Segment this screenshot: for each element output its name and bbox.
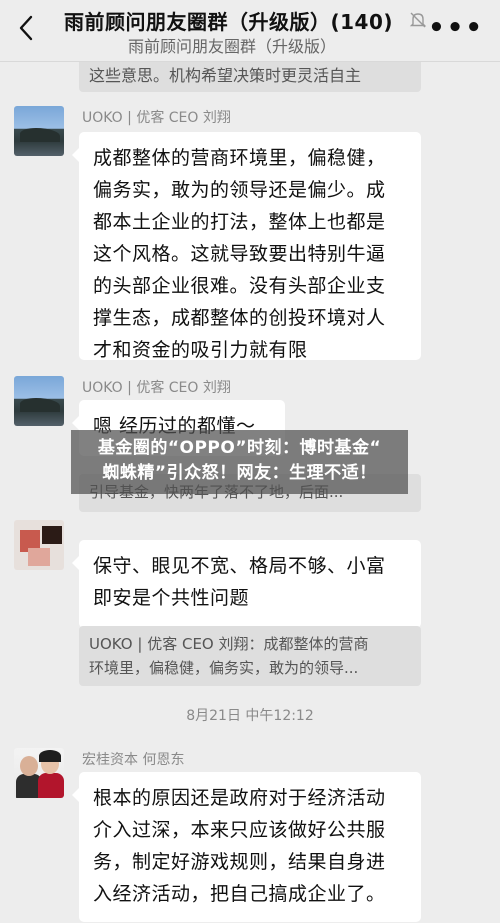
message-line: 才和资金的吸引力就有限 — [93, 339, 308, 361]
more-button[interactable]: ••• — [428, 15, 484, 41]
bell-muted-icon — [408, 10, 428, 30]
message-line: 即安是个共性问题 — [93, 587, 250, 609]
avatar[interactable] — [14, 376, 64, 426]
headline-overlay: 基金圈的“OPPO”时刻：博时基金“ 蜘蛛精”引众怒！网友：生理不适！ — [71, 430, 408, 494]
message-line: 撑生态，成都整体的创投环境对人 — [93, 307, 386, 329]
message-bubble[interactable]: 成都整体的营商环境里，偏稳健， 偏务实，敢为的领导还是偏少。成 都本土企业的打法… — [72, 132, 421, 361]
message-line: 务，制定好游戏规则，结果自身进 — [93, 851, 386, 873]
message-line: 保守、眼见不宽、格局不够、小富 — [93, 555, 386, 577]
message-line: 根本的原因还是政府对于经济活动 — [93, 787, 386, 809]
sender-name: UOKO | 优客 CEO 刘翔 — [82, 110, 231, 126]
message-bubble[interactable]: 根本的原因还是政府对于经济活动 介入过深，本来只应该做好公共服 务，制定好游戏规… — [72, 772, 421, 922]
back-button[interactable] — [14, 14, 38, 42]
timestamp: 8月21日 中午12:12 — [186, 708, 314, 724]
more-dots-icon: ••• — [428, 13, 484, 43]
avatar[interactable] — [14, 520, 64, 570]
message-line: 都本土企业的打法，整体上也都是 — [93, 211, 386, 233]
sender-name: UOKO | 优客 CEO 刘翔 — [82, 380, 231, 396]
headline-line: 基金圈的“OPPO”时刻：博时基金“ — [97, 438, 382, 458]
headline-line: 蜘蛛精”引众怒！网友：生理不适！ — [102, 463, 377, 483]
previous-message-tail: 这些意思。机构希望决策时更灵活自主 — [79, 62, 421, 92]
avatar[interactable] — [14, 106, 64, 156]
message-line: 的头部企业很难。没有头部企业支 — [93, 275, 386, 297]
avatar[interactable] — [14, 748, 64, 798]
message-bubble[interactable]: 保守、眼见不宽、格局不够、小富 即安是个共性问题 — [72, 540, 421, 628]
message-line: 介入过深，本来只应该做好公共服 — [93, 819, 386, 841]
sender-name: 宏桂资本 何恩东 — [82, 752, 185, 768]
chat-header: 雨前顾问朋友圈群（升级版）(140) ••• 雨前顾问朋友圈群（升级版） — [0, 0, 500, 62]
quote-text: UOKO | 优客 CEO 刘翔：成都整体的营商 — [89, 635, 369, 653]
chevron-left-icon — [19, 15, 33, 41]
quote-preview[interactable]: UOKO | 优客 CEO 刘翔：成都整体的营商 环境里，偏稳健，偏务实，敢为的… — [79, 626, 421, 686]
message-line: 成都整体的营商环境里，偏稳健， — [93, 147, 386, 169]
message-line: 偏务实，敢为的领导还是偏少。成 — [93, 179, 386, 201]
message-line: 这个风格。这就导致要出特别牛逼 — [93, 243, 386, 265]
quote-text: 环境里，偏稳健，偏务实，敢为的领导... — [89, 659, 359, 677]
chat-title: 雨前顾问朋友圈群（升级版）(140) — [64, 10, 394, 34]
chat-subtitle: 雨前顾问朋友圈群（升级版） — [128, 37, 337, 56]
message-line: 入经济活动，把自己搞成企业了。 — [93, 883, 386, 905]
